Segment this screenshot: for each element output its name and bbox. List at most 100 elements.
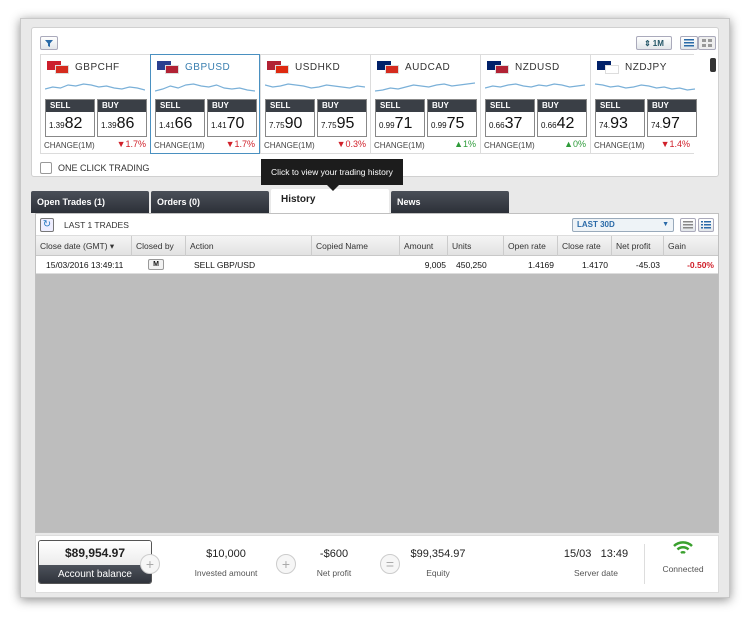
change-label: CHANGE(1M): [374, 141, 425, 150]
equity-summary: $99,354.97 Equity: [398, 548, 478, 578]
period-button[interactable]: ⇕ 1M: [636, 36, 672, 50]
col-net-profit[interactable]: Net profit: [612, 236, 664, 256]
table-row[interactable]: 15/03/2016 13:49:11 M SELL GBP/USD 9,005…: [36, 256, 718, 274]
manual-close-icon: M: [148, 259, 164, 270]
invested-amount: $10,000 Invested amount: [176, 548, 276, 578]
detailed-view-button[interactable]: [698, 218, 714, 232]
buy-price: 0.6642: [541, 115, 575, 132]
net-profit-label: Net profit: [316, 568, 352, 578]
change-label: CHANGE(1M): [154, 141, 205, 150]
change-value: ▼1.4%: [660, 139, 690, 149]
col-close-date[interactable]: Close date (GMT) ▾: [36, 236, 132, 256]
trading-window: ⇕ 1M GBPCHF SELL 1.3982 BUY 1.3986 CHANGE(1M)…: [20, 18, 730, 598]
buy-button[interactable]: BUY 74.97: [647, 99, 697, 137]
filter-button[interactable]: [40, 36, 58, 50]
sell-button[interactable]: SELL 0.9971: [375, 99, 425, 137]
col-close-rate[interactable]: Close rate: [558, 236, 612, 256]
ticker-card-nzdusd[interactable]: NZDUSD SELL 0.6637 BUY 0.6642 CHANGE(1M) ▲0%: [480, 54, 590, 154]
date-range-value: LAST 30D: [577, 220, 615, 229]
cell-amount: 9,005: [424, 260, 446, 270]
one-click-checkbox[interactable]: [40, 162, 52, 174]
plus-icon: +: [140, 554, 160, 574]
sell-price: 0.6637: [489, 115, 523, 132]
tab-history[interactable]: History: [271, 189, 389, 213]
arrow-up-icon: ▲: [454, 139, 463, 149]
change-value: ▲0%: [564, 139, 586, 149]
sell-button[interactable]: SELL 74.93: [595, 99, 645, 137]
instrument-name: NZDUSD: [515, 62, 560, 73]
sparkline-chart: [45, 83, 145, 91]
sparkline-line: [375, 82, 475, 92]
buy-price: 7.7595: [321, 115, 355, 132]
sell-button[interactable]: SELL 0.6637: [485, 99, 535, 137]
flag-icon: [55, 65, 69, 74]
change-value: ▼0.3%: [336, 139, 366, 149]
sparkline-line: [155, 83, 255, 92]
sell-button[interactable]: SELL 1.3982: [45, 99, 95, 137]
buy-button[interactable]: BUY 0.9975: [427, 99, 477, 137]
tab-bar: Open Trades (1) Orders (0) History News: [31, 189, 511, 213]
net-profit-summary: -$600 Net profit: [304, 548, 364, 578]
invested-amount-value: $10,000: [206, 548, 246, 560]
one-click-trading-toggle[interactable]: ONE CLICK TRADING: [40, 162, 149, 174]
sell-button[interactable]: SELL 1.4166: [155, 99, 205, 137]
scroll-thumb[interactable]: [710, 58, 716, 72]
refresh-button[interactable]: ↻: [40, 218, 54, 232]
detail-list-icon: [701, 221, 711, 229]
history-panel: ↻ LAST 1 TRADES LAST 30D ▼ Close date (G…: [35, 213, 719, 533]
history-table-header: Close date (GMT) ▾ Closed by Action Copi…: [36, 236, 718, 256]
server-time-value: 13:49: [600, 548, 629, 560]
invested-amount-label: Invested amount: [194, 568, 258, 578]
instrument-name: AUDCAD: [405, 62, 451, 73]
list-view-button[interactable]: [680, 36, 698, 50]
col-open-rate[interactable]: Open rate: [504, 236, 558, 256]
cell-close-date: 15/03/2016 13:49:11: [46, 260, 124, 270]
date-range-select[interactable]: LAST 30D ▼: [572, 218, 674, 232]
buy-label: BUY: [208, 100, 256, 112]
col-copied-name[interactable]: Copied Name: [312, 236, 400, 256]
col-gain[interactable]: Gain: [664, 236, 718, 256]
one-click-label: ONE CLICK TRADING: [58, 163, 150, 173]
buy-button[interactable]: BUY 0.6642: [537, 99, 587, 137]
buy-button[interactable]: BUY 1.4170: [207, 99, 257, 137]
grid-view-button[interactable]: [698, 36, 716, 50]
change-value: ▼1.7%: [225, 139, 255, 149]
sell-label: SELL: [156, 100, 204, 112]
ticker-card-audcad[interactable]: AUDCAD SELL 0.9971 BUY 0.9975 CHANGE(1M) ▲1%: [370, 54, 480, 154]
sparkline-chart: [375, 82, 475, 92]
filter-icon: [45, 40, 53, 47]
grid-icon: [702, 39, 712, 47]
connection-status: Connected: [648, 540, 718, 574]
ticker-card-nzdjpy[interactable]: NZDJPY SELL 74.93 BUY 74.97 CHANGE(1M) ▼1.4%: [590, 54, 697, 154]
buy-button[interactable]: BUY 1.3986: [97, 99, 147, 137]
ticker-card-gbpusd[interactable]: GBPUSD SELL 1.4166 BUY 1.4170 CHANGE(1M) ▼1.7%: [150, 54, 260, 154]
currency-flags-icon: [47, 61, 69, 74]
account-balance-label: Account balance: [39, 565, 151, 583]
compact-view-button[interactable]: [680, 218, 696, 232]
tab-orders[interactable]: Orders (0): [151, 191, 269, 213]
sell-label: SELL: [596, 100, 644, 112]
cell-open-rate: 1.4169: [528, 260, 554, 270]
account-balance-box[interactable]: $89,954.97 Account balance: [38, 540, 152, 584]
tab-open-trades[interactable]: Open Trades (1): [31, 191, 149, 213]
col-action[interactable]: Action: [186, 236, 312, 256]
list-icon: [684, 39, 694, 47]
col-units[interactable]: Units: [448, 236, 504, 256]
col-amount[interactable]: Amount: [400, 236, 448, 256]
history-tooltip: Click to view your trading history: [261, 159, 403, 191]
col-closed-by[interactable]: Closed by: [132, 236, 186, 256]
tab-news[interactable]: News: [391, 191, 509, 213]
account-balance-value: $89,954.97: [39, 541, 151, 565]
ticker-card-usdhkd[interactable]: USDHKD SELL 7.7590 BUY 7.7595 CHANGE(1M) ▼0.3%: [260, 54, 370, 154]
account-summary-bar: $89,954.97 Account balance + $10,000 Inv…: [35, 535, 719, 593]
sell-price: 7.7590: [269, 115, 303, 132]
buy-label: BUY: [428, 100, 476, 112]
flag-icon: [495, 65, 509, 74]
sparkline-chart: [155, 83, 255, 92]
buy-button[interactable]: BUY 7.7595: [317, 99, 367, 137]
sell-button[interactable]: SELL 7.7590: [265, 99, 315, 137]
refresh-icon: ↻: [42, 219, 52, 230]
ticker-card-gbpchf[interactable]: GBPCHF SELL 1.3982 BUY 1.3986 CHANGE(1M) ▼1.7%: [40, 54, 150, 154]
ticker-scrollbar[interactable]: [708, 54, 718, 154]
change-label: CHANGE(1M): [594, 141, 645, 150]
